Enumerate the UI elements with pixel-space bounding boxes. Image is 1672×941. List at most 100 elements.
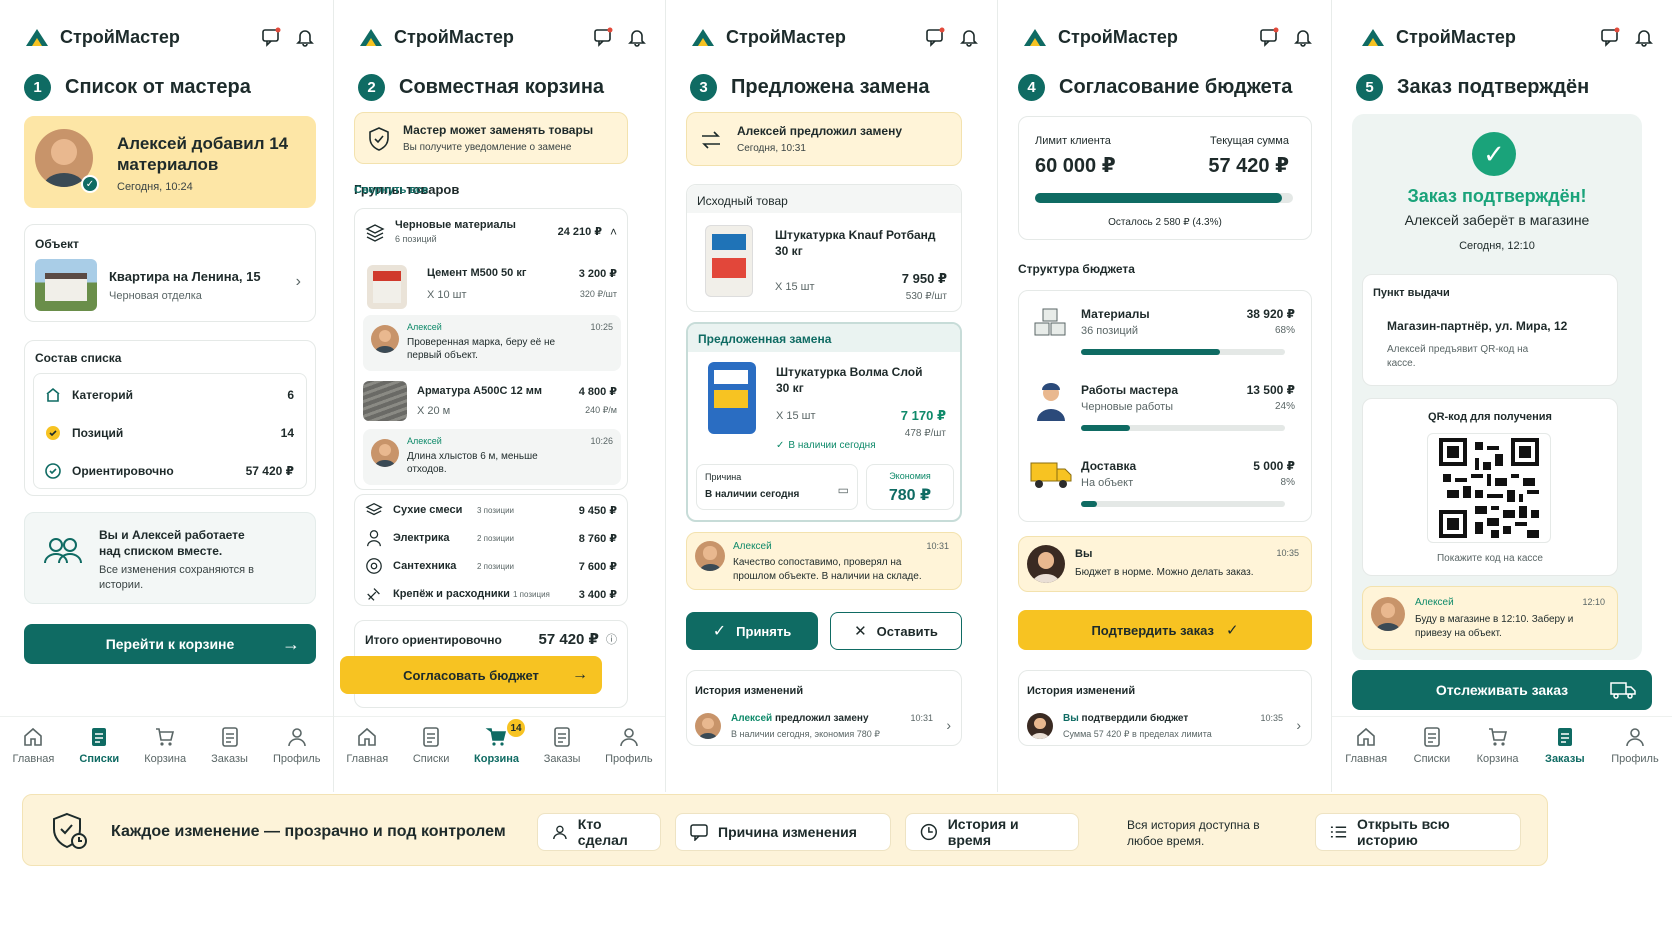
- nav-label: Профиль: [605, 753, 653, 765]
- history-action: подтвердили бюджет: [1081, 713, 1189, 724]
- pickup-card: Пункт выдачи Магазин-партнёр, ул. Мира, …: [1362, 274, 1618, 386]
- hero-card: ✓ Алексей добавил 14 материалов Сегодня,…: [24, 116, 316, 208]
- chat-icon[interactable]: [1259, 27, 1279, 47]
- positions-icon: [46, 426, 60, 440]
- nav-cart[interactable]: 14 Корзина: [474, 719, 526, 765]
- group-count: 1 позиция: [513, 589, 550, 599]
- history-card[interactable]: История изменений Алексей предложил заме…: [686, 670, 962, 746]
- nav-lists[interactable]: Списки: [79, 725, 119, 765]
- check-circle-icon: ✓: [776, 440, 785, 451]
- nav-orders[interactable]: Заказы: [211, 725, 248, 765]
- comment-card: Алексей 10:31 Качество сопоставимо, пров…: [686, 532, 962, 590]
- brand-name: СтройМастер: [1396, 26, 1516, 47]
- stat-row: Позиций 14: [44, 424, 294, 442]
- bottom-nav: Главная Списки 14 Корзина Заказы Профиль: [334, 716, 665, 774]
- group-row[interactable]: Сантехника 2 позиции 7 600 ₽: [365, 555, 617, 577]
- house-image: [35, 259, 97, 311]
- confirm-order-button[interactable]: Подтвердить заказ ✓: [1018, 610, 1312, 650]
- approve-budget-button[interactable]: Согласовать бюджет →: [340, 656, 602, 694]
- group-row[interactable]: Крепёж и расходники 1 позиция 3 400 ₽: [365, 583, 617, 605]
- nav-label: Корзина: [474, 753, 520, 765]
- home-icon: [358, 727, 377, 746]
- page-title: Совместная корзина: [399, 76, 605, 98]
- collapse-all-link[interactable]: Свернуть все: [354, 184, 607, 196]
- panel-list-from-master: СтройМастер 1 Список от мастера ✓ Алексе…: [0, 0, 334, 792]
- group-name: Крепёж и расходники: [393, 588, 510, 600]
- comment-author: Алексей: [733, 541, 772, 552]
- group-sum: 7 600 ₽: [578, 560, 617, 573]
- info-icon[interactable]: ⓘ: [606, 631, 617, 647]
- bell-icon[interactable]: [1293, 27, 1313, 47]
- comment-icon[interactable]: ▭: [838, 483, 849, 497]
- pickup-name: Магазин-партнёр, ул. Мира, 12: [1387, 319, 1568, 333]
- budget-item-sum: 38 920 ₽: [1246, 307, 1295, 321]
- fasteners-icon: [367, 588, 380, 601]
- group-row[interactable]: Электрика 2 позиции 8 760 ₽: [365, 527, 617, 549]
- group-name: Черновые материалы: [395, 219, 516, 231]
- group-header[interactable]: Черновые материалы 6 позиций 24 210 ₽ ˄: [365, 219, 617, 244]
- bell-icon[interactable]: [1634, 27, 1654, 47]
- shield-clock-icon: [53, 812, 87, 849]
- page-title: Предложена замена: [731, 76, 930, 98]
- nav-lists[interactable]: Списки: [413, 725, 449, 765]
- nav-cart[interactable]: Корзина: [144, 725, 186, 765]
- who-did-chip[interactable]: Кто сделал: [537, 813, 661, 851]
- button-label: Оставить: [876, 623, 938, 639]
- group-count: 6 позиций: [395, 234, 437, 244]
- go-to-cart-button[interactable]: Перейти к корзине →: [24, 624, 316, 664]
- bell-icon[interactable]: [627, 27, 647, 47]
- group-sum: 8 760 ₽: [578, 532, 617, 545]
- layers-icon: [365, 502, 383, 516]
- nav-home[interactable]: Главная: [1345, 725, 1387, 765]
- step-heading: 1 Список от мастера: [24, 74, 251, 101]
- arrow-right-icon: →: [282, 633, 300, 654]
- cart-count-badge: 14: [507, 719, 526, 737]
- nav-orders[interactable]: Заказы: [544, 725, 580, 765]
- reason-chip[interactable]: Причина изменения: [675, 813, 891, 851]
- app-header: СтройМастер: [690, 22, 979, 52]
- nav-home[interactable]: Главная: [346, 725, 388, 765]
- history-author: Алексей: [731, 713, 773, 724]
- panel-order-confirmed: СтройМастер 5 Заказ подтверждён ✓ Заказ …: [1332, 0, 1672, 792]
- nav-label: Списки: [79, 753, 120, 765]
- rebar-image: [363, 381, 407, 421]
- nav-profile[interactable]: Профиль: [605, 725, 653, 765]
- nav-profile[interactable]: Профиль: [272, 725, 321, 765]
- nav-lists[interactable]: Списки: [1414, 725, 1450, 765]
- budget-progress-fill: [1035, 193, 1282, 203]
- bell-icon[interactable]: [959, 27, 979, 47]
- panel-shared-cart: СтройМастер 2 Совместная корзина Мастер …: [334, 0, 666, 792]
- nav-label: Профиль: [272, 753, 321, 765]
- open-history-button[interactable]: Открыть всю историю: [1315, 813, 1521, 851]
- reason-label: Причина: [705, 472, 742, 482]
- step-heading: 5 Заказ подтверждён: [1356, 74, 1589, 101]
- replacement-notice: Алексей предложил замену Сегодня, 10:31: [686, 112, 962, 166]
- composition-label: Состав списка: [35, 351, 122, 365]
- keep-button[interactable]: ✕ Оставить: [830, 612, 962, 650]
- step-number: 1: [24, 74, 51, 101]
- message-icon: [690, 824, 708, 841]
- history-time-chip[interactable]: История и время: [905, 813, 1079, 851]
- nav-profile[interactable]: Профиль: [1611, 725, 1659, 765]
- nav-orders[interactable]: Заказы: [1545, 725, 1585, 765]
- track-order-button[interactable]: Отслеживать заказ: [1352, 670, 1652, 710]
- accept-button[interactable]: ✓ Принять: [686, 612, 818, 650]
- history-card[interactable]: История изменений Вы подтвердили бюджет …: [1018, 670, 1312, 746]
- stat-row: Ориентировочно 57 420 ₽: [44, 462, 294, 480]
- object-card[interactable]: Объект Квартира на Ленина, 15 Черновая о…: [24, 224, 316, 322]
- group-count: 2 позиции: [477, 533, 515, 543]
- pickup-label: Пункт выдачи: [1373, 287, 1450, 299]
- comment-time: 10:26: [590, 436, 613, 446]
- chat-icon[interactable]: [925, 27, 945, 47]
- app-header: СтройМастер: [1022, 22, 1313, 52]
- chat-icon[interactable]: [261, 27, 281, 47]
- bell-icon[interactable]: [295, 27, 315, 47]
- chat-icon[interactable]: [593, 27, 613, 47]
- brand-logo-icon: [360, 29, 382, 46]
- estimate-icon: [45, 463, 61, 479]
- chat-icon[interactable]: [1600, 27, 1620, 47]
- nav-home[interactable]: Главная: [13, 725, 54, 765]
- sub-unit: 478 ₽/шт: [904, 428, 946, 439]
- nav-cart[interactable]: Корзина: [1477, 725, 1519, 765]
- group-row[interactable]: Сухие смеси 3 позиции 9 450 ₽: [365, 499, 617, 521]
